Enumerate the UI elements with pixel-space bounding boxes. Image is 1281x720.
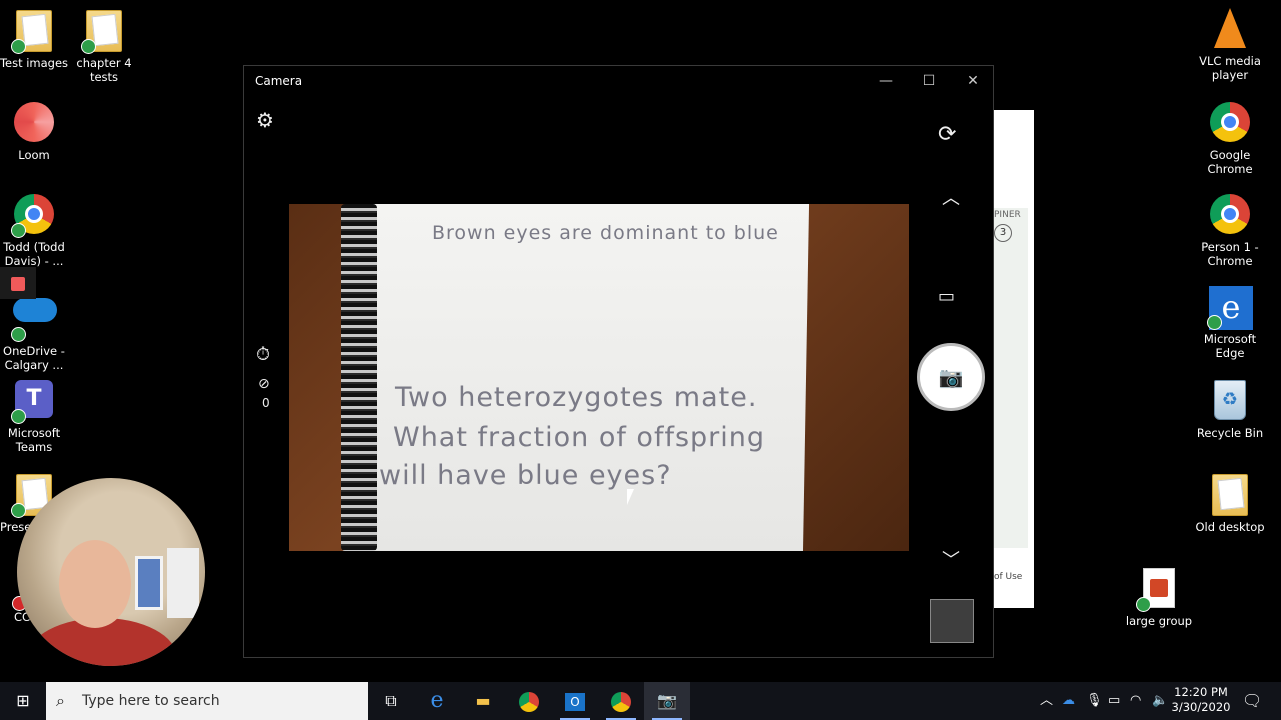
map-label: PINER [994, 210, 1021, 220]
desktop-icon-label: VLC media player [1199, 54, 1261, 82]
note-line-4: will have blue eyes? [379, 460, 672, 491]
notifications-icon[interactable]: 🗨 [1242, 682, 1262, 720]
taskbar: ⊞ ⌕ Type here to search ⧉ e ▬ O 📷 ︿ ☁ 🎙 … [0, 682, 1281, 720]
desktop-icon-label: Old desktop [1195, 520, 1265, 534]
desktop-icon-label: chapter 4 tests [76, 56, 132, 84]
last-photo-thumbnail[interactable] [930, 599, 974, 643]
desktop-icon-todd-chrome[interactable]: Todd (Todd Davis) - ... [0, 194, 74, 268]
desktop-icon-label: Test images [0, 56, 69, 70]
presenter-face [59, 540, 131, 628]
note-line-3: What fraction of offspring [393, 422, 766, 453]
desktop-icon-label: OneDrive - Calgary ... [3, 344, 65, 372]
loom-icon [14, 102, 54, 142]
window-title: Camera [255, 74, 303, 88]
volume-tray-icon[interactable]: 🔈 [1152, 682, 1168, 720]
desktop-icon-large-group[interactable]: large group [1119, 568, 1199, 628]
notebook-page [347, 204, 810, 551]
camera-window[interactable]: Camera — ☐ ✕ ⚙ ⏱ ⊘ 0 ⟳ ︿ ▭ 📷 ﹀ Brown eye… [243, 65, 994, 658]
folder-icon [1212, 474, 1248, 516]
onedrive-tray-icon[interactable]: ☁ [1062, 682, 1075, 720]
desktop-icon-chapter-4-tests[interactable]: chapter 4 tests [64, 10, 144, 84]
map-area [994, 208, 1028, 548]
mouse-cursor-icon [627, 489, 634, 505]
sync-check-icon [11, 223, 26, 238]
chrome-profile-taskbar-icon[interactable] [598, 682, 644, 720]
close-button[interactable]: ✕ [951, 66, 995, 96]
desktop-icon-label: Todd (Todd Davis) - ... [3, 240, 65, 268]
camera-taskbar-icon[interactable]: 📷 [644, 682, 690, 720]
wall-art [135, 556, 163, 610]
camera-viewfinder: Brown eyes are dominant to blue Two hete… [289, 204, 909, 551]
vlc-cone-icon [1214, 8, 1246, 48]
search-placeholder: Type here to search [82, 693, 220, 709]
desktop-icon-label: large group [1125, 614, 1193, 628]
desktop-icon-label: Microsoft Edge [1203, 332, 1257, 360]
cloud-icon [13, 298, 57, 322]
sync-check-icon [81, 39, 96, 54]
self-timer-icon[interactable]: ⏱ [256, 344, 270, 365]
desktop-icon-person1-chrome[interactable]: Person 1 - Chrome [1190, 194, 1270, 268]
desktop-icon-label: Microsoft Teams [7, 426, 61, 454]
note-line-1: Brown eyes are dominant to blue [432, 222, 779, 244]
desktop-icon-recycle-bin[interactable]: ♻ Recycle Bin [1190, 380, 1270, 440]
route-marker: 3 [994, 224, 1012, 242]
clock-time: 12:20 PM [1174, 685, 1228, 699]
video-mode-icon[interactable]: ▭ [938, 286, 955, 307]
maximize-button[interactable]: ☐ [907, 66, 951, 96]
clock-date: 3/30/2020 [1171, 700, 1231, 714]
switch-camera-icon[interactable]: ⟳ [938, 122, 956, 147]
desktop-icon-google-chrome[interactable]: Google Chrome [1190, 102, 1270, 176]
stop-icon [11, 277, 25, 291]
chrome-icon [1210, 102, 1250, 142]
take-photo-button[interactable]: 📷 [917, 343, 985, 411]
task-view-icon[interactable]: ⧉ [368, 682, 414, 720]
notebook-spiral [341, 204, 377, 551]
wifi-tray-icon[interactable]: ◠ [1130, 682, 1141, 720]
show-hidden-icons-chevron-icon[interactable]: ︿ [1040, 682, 1053, 720]
battery-tray-icon[interactable]: ▭ [1108, 682, 1120, 720]
desktop-icon-loom[interactable]: Loom [0, 102, 74, 162]
chrome-taskbar-icon[interactable] [506, 682, 552, 720]
recording-stop-button[interactable] [0, 267, 36, 299]
desktop-icon-label: Recycle Bin [1196, 426, 1264, 440]
taskbar-clock[interactable]: 12:20 PM 3/30/2020 [1168, 685, 1234, 715]
search-icon: ⌕ [56, 691, 65, 710]
desktop-icon-teams[interactable]: T Microsoft Teams [0, 380, 74, 454]
background-window[interactable]: PINER 3 of Use [994, 110, 1034, 608]
sync-check-icon [11, 327, 26, 342]
search-box[interactable]: ⌕ Type here to search [46, 682, 368, 720]
photo-counter-icon[interactable]: ⊘ [258, 376, 270, 392]
desktop-icon-vlc[interactable]: VLC media player [1190, 8, 1270, 82]
desktop-icon-onedrive[interactable]: OneDrive - Calgary ... [0, 288, 74, 372]
recycle-bin-icon: ♻ [1214, 380, 1246, 420]
camera-icon: 📷 [938, 365, 964, 389]
outlook-taskbar-icon[interactable]: O [552, 682, 598, 720]
photo-count: 0 [262, 396, 270, 410]
start-windows-icon[interactable]: ⊞ [0, 682, 46, 720]
settings-gear-icon[interactable]: ⚙ [256, 108, 274, 132]
sync-check-icon [11, 503, 26, 518]
chevron-up-icon[interactable]: ︿ [942, 184, 960, 210]
chrome-icon [1210, 194, 1250, 234]
desktop-icon-edge[interactable]: e Microsoft Edge [1190, 286, 1270, 360]
chevron-down-icon[interactable]: ﹀ [942, 546, 960, 572]
room-window [167, 548, 199, 618]
desktop-icon-test-images[interactable]: Test images [0, 10, 74, 70]
minimize-button[interactable]: — [864, 66, 908, 96]
sync-check-icon [1207, 315, 1222, 330]
sync-check-icon [1136, 597, 1151, 612]
desktop-icon-old-desktop[interactable]: Old desktop [1190, 474, 1270, 534]
microphone-tray-icon[interactable]: 🎙 [1086, 682, 1103, 720]
edge-taskbar-icon[interactable]: e [414, 682, 460, 720]
terms-link[interactable]: of Use [994, 572, 1022, 582]
desktop-icon-label: Person 1 - Chrome [1201, 240, 1259, 268]
sync-check-icon [11, 409, 26, 424]
desktop-icon-label: Loom [18, 148, 50, 162]
file-explorer-icon[interactable]: ▬ [460, 682, 506, 720]
webcam-bubble[interactable] [17, 478, 205, 666]
desktop-icon-label: Google Chrome [1207, 148, 1253, 176]
sync-check-icon [11, 39, 26, 54]
note-line-2: Two heterozygotes mate. [395, 382, 758, 413]
